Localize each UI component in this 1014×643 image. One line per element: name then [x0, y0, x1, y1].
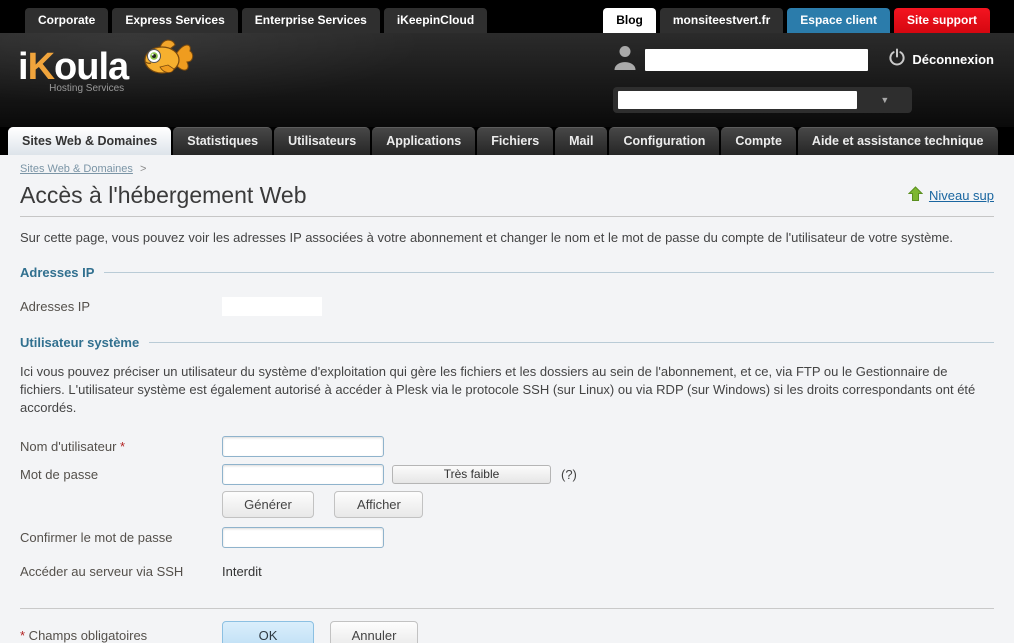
form-footer: * Champs obligatoires OK Annuler: [20, 621, 994, 643]
username-field-row: Nom d'utilisateur *: [20, 433, 994, 459]
toptab-express-services[interactable]: Express Services: [112, 8, 238, 33]
generate-password-button[interactable]: Générer: [222, 491, 314, 518]
username-input[interactable]: [222, 435, 384, 457]
user-silhouette-icon: [613, 44, 637, 75]
tab-fichiers[interactable]: Fichiers: [477, 127, 554, 155]
up-arrow-icon: [907, 186, 924, 205]
password-label: Mot de passe: [20, 466, 99, 482]
subscription-dropdown[interactable]: ▼: [613, 87, 913, 113]
password-buttons-row: Générer Afficher: [222, 491, 994, 518]
section-rule: [104, 272, 994, 273]
up-level-link[interactable]: Niveau sup: [907, 186, 994, 205]
breadcrumb: Sites Web & Domaines >: [20, 163, 994, 175]
user-row: Déconnexion: [613, 44, 994, 75]
logout-label: Déconnexion: [912, 52, 994, 67]
required-fields-note: * Champs obligatoires: [20, 628, 148, 643]
header: iKoula Hosting Services Déconnexion ▼: [0, 33, 1014, 127]
tab-mail[interactable]: Mail: [555, 127, 608, 155]
password-field-row: Mot de passe Très faible (?): [20, 461, 994, 487]
ssh-access-row: Accéder au serveur via SSH Interdit: [20, 558, 994, 584]
toptab-blog[interactable]: Blog: [603, 8, 656, 33]
section-rule: [149, 342, 994, 343]
username-redacted-value: [645, 48, 869, 71]
ok-button[interactable]: OK: [222, 621, 314, 643]
password-help-link[interactable]: (?): [561, 467, 577, 482]
power-icon: [888, 48, 906, 71]
title-divider: [20, 216, 994, 217]
confirm-password-input[interactable]: [222, 526, 384, 548]
title-row: Accès à l'hébergement Web Niveau sup: [20, 182, 994, 209]
tab-compte[interactable]: Compte: [721, 127, 796, 155]
tab-sites-web-domaines[interactable]: Sites Web & Domaines: [8, 127, 172, 155]
cancel-button[interactable]: Annuler: [330, 621, 418, 643]
up-level-label[interactable]: Niveau sup: [929, 188, 994, 203]
toptab-site-support[interactable]: Site support: [893, 8, 990, 33]
page-title: Accès à l'hébergement Web: [20, 182, 307, 208]
ip-address-label: Adresses IP: [20, 298, 91, 314]
ikoula-logo[interactable]: iKoula Hosting Services: [18, 39, 194, 94]
breadcrumb-separator: >: [139, 163, 147, 175]
chevron-down-icon: ▼: [880, 95, 890, 105]
goldfish-logo-icon: [140, 34, 194, 85]
tab-aide-assistance[interactable]: Aide et assistance technique: [797, 127, 998, 155]
confirm-password-label: Confirmer le mot de passe: [20, 529, 173, 545]
dropdown-redacted-value: [618, 91, 858, 109]
topbar-right-group: Blog monsiteestvert.fr Espace client Sit…: [603, 8, 994, 33]
show-password-button[interactable]: Afficher: [334, 491, 424, 518]
toptab-corporate[interactable]: Corporate: [25, 8, 109, 33]
tab-utilisateurs[interactable]: Utilisateurs: [274, 127, 371, 155]
tab-statistiques[interactable]: Statistiques: [173, 127, 273, 155]
breadcrumb-link-sites-web[interactable]: Sites Web & Domaines: [20, 163, 133, 175]
toptab-ikeepincloud[interactable]: iKeepinCloud: [383, 8, 488, 33]
content-area: Sites Web & Domaines > Accès à l'héberge…: [0, 155, 1014, 643]
tab-configuration[interactable]: Configuration: [609, 127, 720, 155]
logout-button[interactable]: Déconnexion: [888, 48, 994, 71]
main-navigation: Sites Web & Domaines Statistiques Utilis…: [0, 127, 1014, 155]
ssh-access-value: Interdit: [222, 563, 262, 579]
required-asterisk: *: [120, 438, 126, 454]
password-input[interactable]: [222, 463, 384, 485]
toptab-espace-client[interactable]: Espace client: [787, 8, 890, 33]
section-heading-utilisateur-systeme: Utilisateur système: [20, 335, 994, 350]
username-label: Nom d'utilisateur *: [20, 438, 126, 454]
tab-applications[interactable]: Applications: [372, 127, 476, 155]
ip-address-row: Adresses IP: [20, 293, 994, 319]
user-area: Déconnexion ▼: [613, 44, 994, 113]
ikoula-logo-text: iKoula: [18, 46, 129, 88]
ssh-access-label: Accéder au serveur via SSH: [20, 563, 184, 579]
corporate-top-bar: Corporate Express Services Enterprise Se…: [0, 0, 1014, 33]
toptab-enterprise-services[interactable]: Enterprise Services: [241, 8, 380, 33]
confirm-password-row: Confirmer le mot de passe: [20, 524, 994, 550]
system-user-description: Ici vous pouvez préciser un utilisateur …: [20, 364, 976, 415]
ip-address-redacted-value: [222, 296, 322, 316]
toptab-monsiteestvert[interactable]: monsiteestvert.fr: [659, 8, 784, 33]
footer-divider: [20, 608, 994, 609]
password-strength-meter: Très faible: [392, 464, 551, 484]
page-intro-text: Sur cette page, vous pouvez voir les adr…: [20, 230, 953, 245]
section-heading-adresses-ip: Adresses IP: [20, 265, 994, 280]
